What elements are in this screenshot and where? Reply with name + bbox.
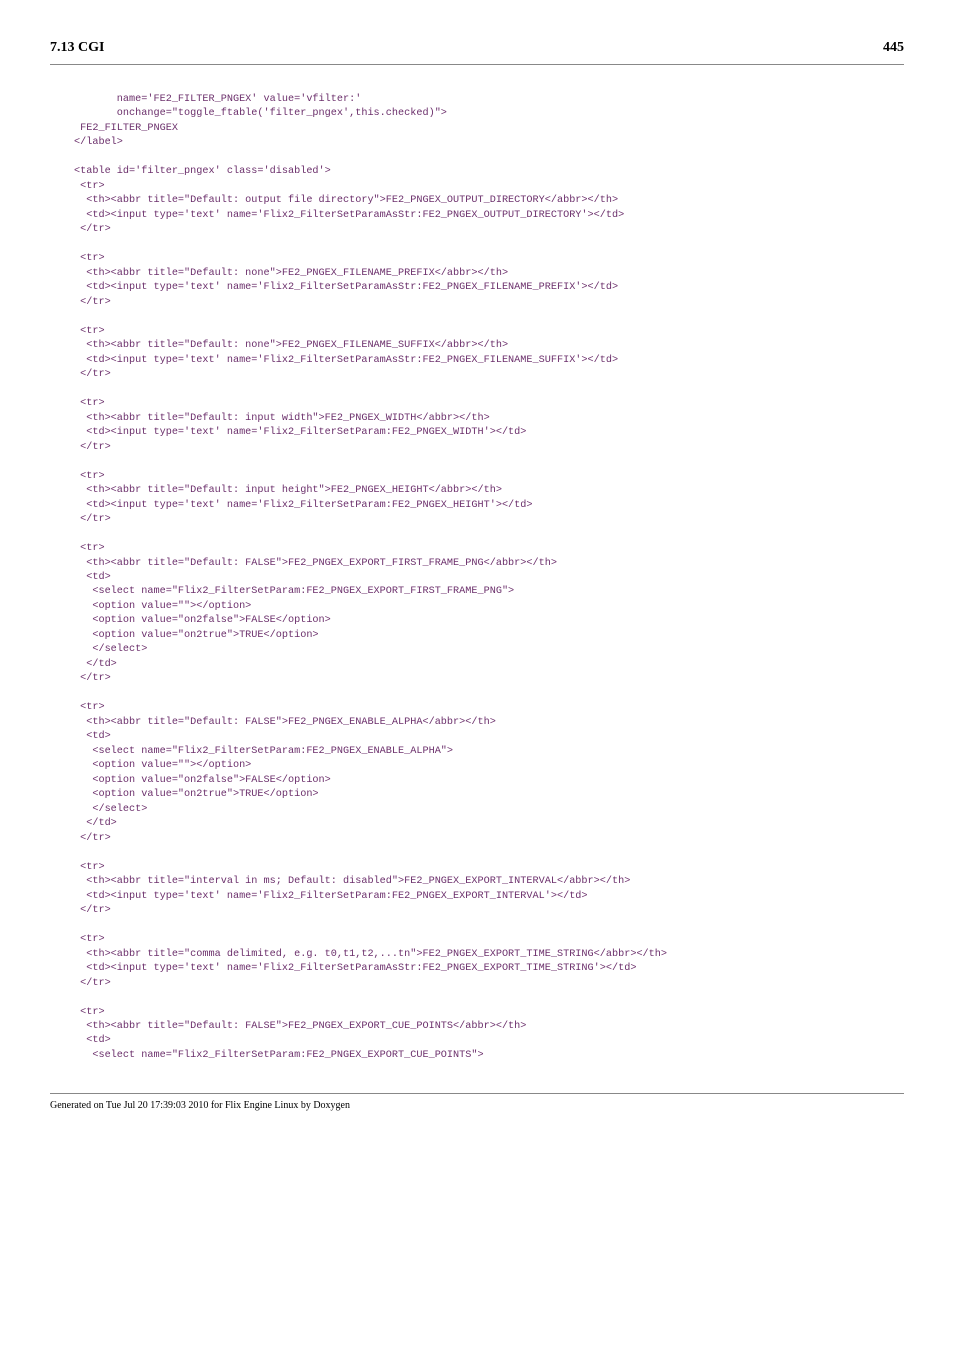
page-header: 7.13 CGI 445	[50, 40, 904, 65]
section-label: 7.13 CGI	[50, 40, 104, 56]
code-block: name='FE2_FILTER_PNGEX' value='vfilter:'…	[74, 93, 904, 1063]
page-number: 445	[883, 40, 904, 56]
footer-text: Generated on Tue Jul 20 17:39:03 2010 fo…	[50, 1093, 904, 1111]
